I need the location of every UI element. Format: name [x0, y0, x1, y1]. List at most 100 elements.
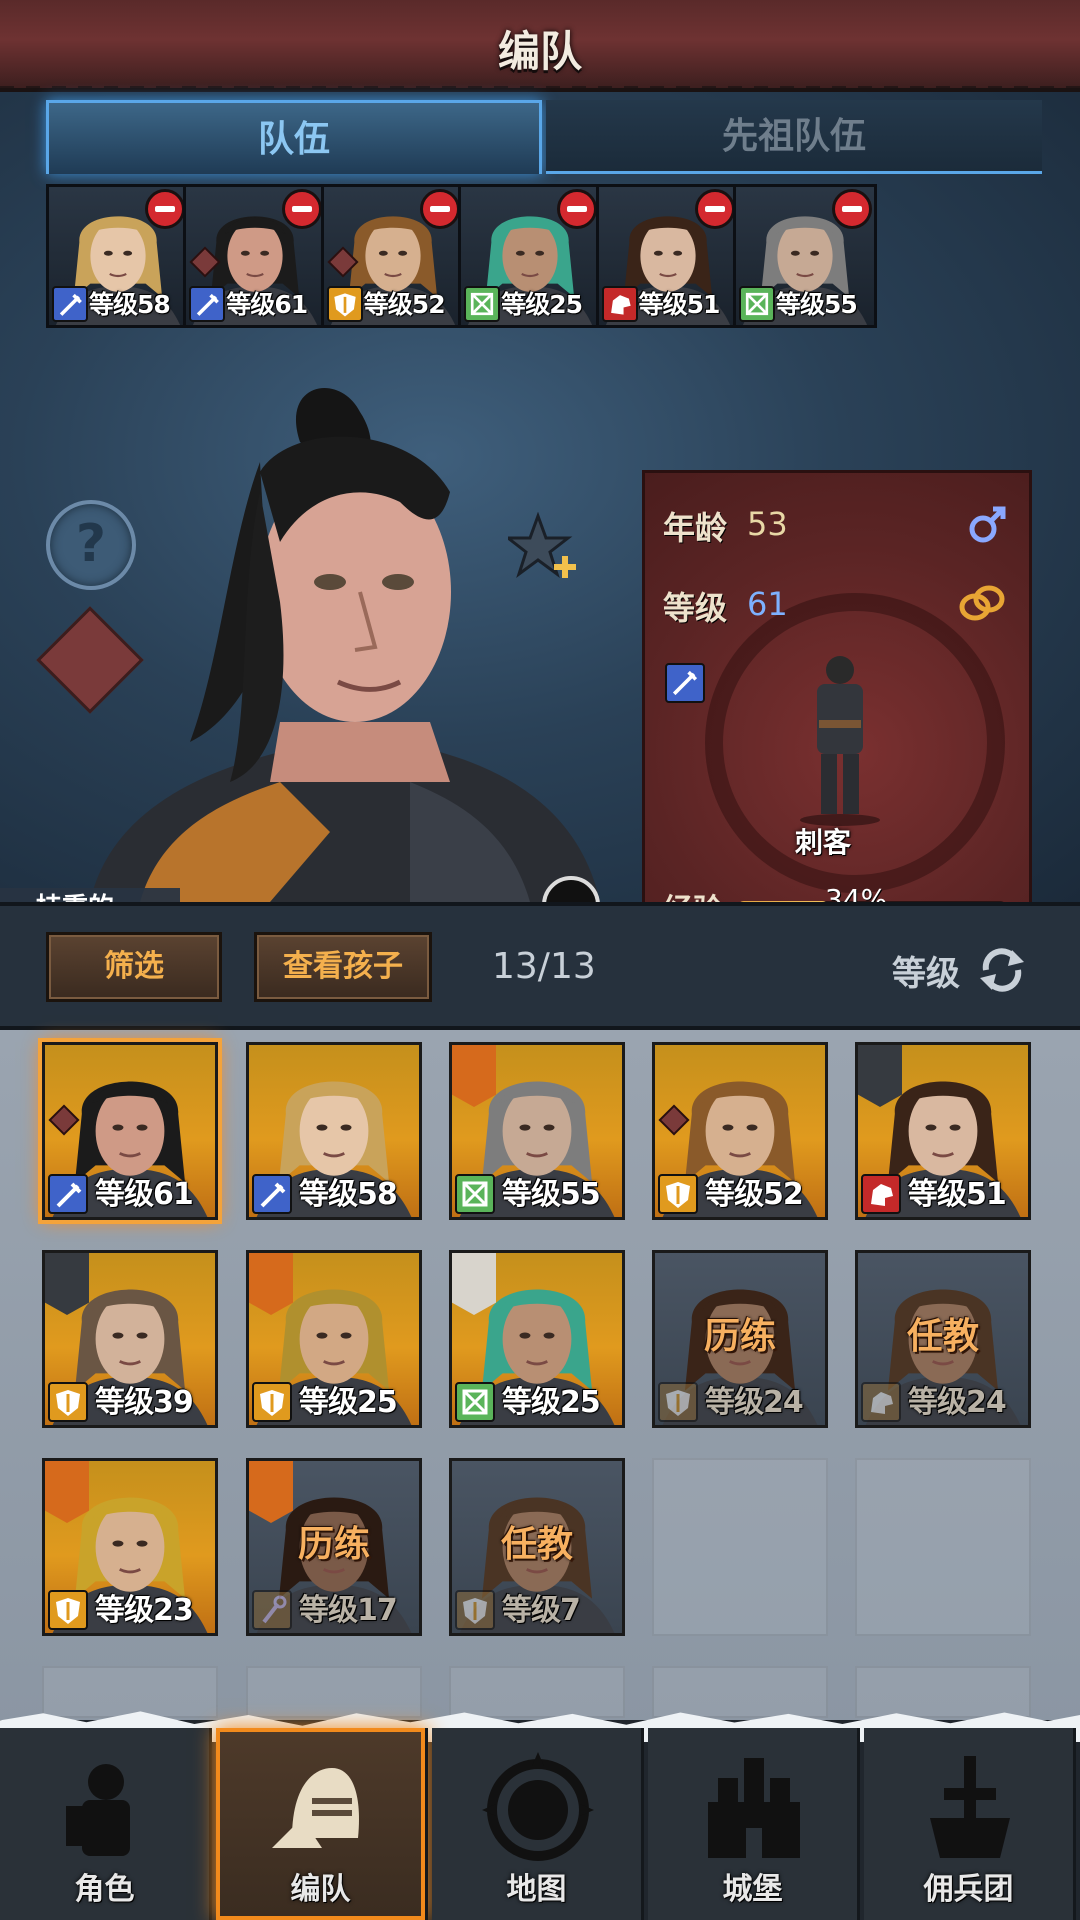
- knight-icon: [66, 1764, 130, 1856]
- character-status: 历练: [703, 1316, 776, 1357]
- nav-item-castle[interactable]: 城堡: [648, 1728, 860, 1920]
- filter-bar: 筛选 查看孩子 13/13 等级: [0, 902, 1080, 1030]
- empty-roster-slot: [652, 1458, 828, 1636]
- flame-banner-icon: [45, 1461, 89, 1523]
- marriage-rings-icon[interactable]: [957, 583, 1007, 623]
- character-level: 等级17: [299, 1593, 398, 1628]
- sort-refresh-icon[interactable]: [976, 946, 1028, 994]
- archer-class-icon: [464, 286, 501, 322]
- shield-class-icon: [326, 286, 363, 322]
- character-status: 任教: [906, 1316, 979, 1357]
- remove-member-icon[interactable]: [832, 189, 872, 229]
- empty-roster-slot: [652, 1666, 828, 1718]
- squad-slots: 等级58 等级61 等级52 等级25 等级51 等级55: [46, 184, 1046, 330]
- staff-class-icon: [252, 1590, 292, 1630]
- level-value: 61: [747, 585, 788, 623]
- level-label: 等级: [663, 589, 728, 627]
- shield-class-icon: [48, 1382, 88, 1422]
- character-status: 任教: [500, 1524, 573, 1565]
- roster-character-card[interactable]: 等级25: [246, 1250, 422, 1428]
- roster-character-card[interactable]: 等级55: [449, 1042, 625, 1220]
- compass-icon: [482, 1752, 594, 1861]
- character-level: 等级25: [299, 1385, 398, 1420]
- shield-class-icon: [48, 1590, 88, 1630]
- assassin-figure: [800, 656, 880, 826]
- trait-diamond-icon: [48, 1104, 80, 1136]
- archer-class-icon-glyph: [462, 1181, 488, 1207]
- character-level: 等级55: [502, 1177, 601, 1212]
- hero-class: 刺客: [795, 826, 852, 859]
- view-children-button[interactable]: 查看孩子: [254, 932, 432, 1002]
- empty-roster-slot: [855, 1666, 1031, 1718]
- tab-team[interactable]: 队伍: [46, 100, 542, 174]
- star-plus-icon[interactable]: [508, 512, 580, 584]
- roster-character-card[interactable]: 任教 等级24: [855, 1250, 1031, 1428]
- remove-member-icon[interactable]: [145, 189, 185, 229]
- dagger-class-icon-glyph: [56, 1182, 82, 1208]
- roster-character-card[interactable]: 等级25: [449, 1250, 625, 1428]
- roster-character-card[interactable]: 历练 等级24: [652, 1250, 828, 1428]
- dagger-class-icon: [52, 286, 88, 322]
- character-level: 等级52: [705, 1177, 804, 1212]
- tab-ancestor-team[interactable]: 先祖队伍: [546, 100, 1042, 174]
- age-value: 53: [747, 505, 788, 543]
- roster-character-card[interactable]: 历练 等级17: [246, 1458, 422, 1636]
- dagger-class-icon: [252, 1174, 292, 1214]
- archer-class-icon-glyph: [471, 292, 494, 316]
- beast-class-icon: [861, 1174, 901, 1214]
- staff-class-icon-glyph: [262, 1595, 287, 1624]
- character-level: 等级51: [908, 1177, 1007, 1212]
- flame-banner-icon: [249, 1253, 293, 1315]
- roster-character-card[interactable]: 等级51: [855, 1042, 1031, 1220]
- empty-roster-slot: [246, 1666, 422, 1718]
- squad-member-card[interactable]: 等级51: [595, 184, 740, 328]
- bottom-nav: 角色 编队 地图 城堡 佣兵团: [0, 1711, 1080, 1920]
- nav-item-helmet[interactable]: 编队: [216, 1728, 428, 1920]
- beast-class-icon: [861, 1382, 901, 1422]
- dagger-class-icon-glyph: [260, 1182, 286, 1208]
- squad-member-card[interactable]: 等级61: [183, 184, 328, 328]
- nav-label: 编队: [290, 1872, 351, 1907]
- dagger-class-icon: [189, 286, 226, 322]
- male-icon: [969, 506, 1006, 543]
- remove-member-icon[interactable]: [694, 189, 735, 229]
- character-level: 等级25: [502, 1385, 601, 1420]
- squad-member-card[interactable]: 等级55: [733, 184, 877, 328]
- nav-item-knight[interactable]: 角色: [0, 1728, 212, 1920]
- beast-class-icon-glyph: [871, 1184, 893, 1206]
- nav-item-compass[interactable]: 地图: [432, 1728, 644, 1920]
- roster-character-card[interactable]: 等级23: [42, 1458, 218, 1636]
- help-button[interactable]: ?: [46, 500, 136, 590]
- sort-label[interactable]: 等级: [892, 946, 960, 995]
- hero-portrait: [90, 388, 600, 902]
- castle-icon: [708, 1758, 800, 1858]
- filter-button[interactable]: 筛选: [46, 932, 222, 1002]
- character-level: 等级7: [502, 1593, 581, 1628]
- nav-item-mercenary[interactable]: 佣兵团: [864, 1728, 1076, 1920]
- helmet-icon: [272, 1768, 359, 1848]
- remove-member-icon[interactable]: [419, 189, 460, 229]
- squad-member-card[interactable]: 等级25: [458, 184, 603, 328]
- roster-character-card[interactable]: 等级52: [652, 1042, 828, 1220]
- roster-character-card[interactable]: 等级39: [42, 1250, 218, 1428]
- archer-class-icon: [739, 286, 775, 322]
- roster-grid: 等级61 等级58 等级55 等级52 等级51 等级39 等级25 等级25 历练 等级24 任教…: [0, 1030, 1080, 1730]
- squad-member-card[interactable]: 等级58: [46, 184, 190, 328]
- roster-character-card[interactable]: 等级61: [42, 1042, 218, 1220]
- header-bar: 编队: [0, 0, 1080, 98]
- remove-member-icon[interactable]: [557, 189, 598, 229]
- member-level: 等级25: [501, 290, 583, 319]
- age-label: 年龄: [663, 509, 728, 547]
- archer-class-icon: [455, 1174, 495, 1214]
- roster-character-card[interactable]: 等级58: [246, 1042, 422, 1220]
- member-level: 等级58: [89, 290, 171, 319]
- shield-class-icon-glyph: [666, 1182, 690, 1208]
- trait-diamond-icon: [658, 1104, 690, 1136]
- roster-character-card[interactable]: 任教等级7: [449, 1458, 625, 1636]
- squad-member-card[interactable]: 等级52: [320, 184, 465, 328]
- flame-banner-icon: [452, 1045, 496, 1107]
- character-level: 等级23: [95, 1593, 194, 1628]
- member-level: 等级51: [638, 290, 721, 319]
- dagger-class-icon-glyph: [59, 293, 82, 316]
- shield-class-icon-glyph: [260, 1390, 284, 1416]
